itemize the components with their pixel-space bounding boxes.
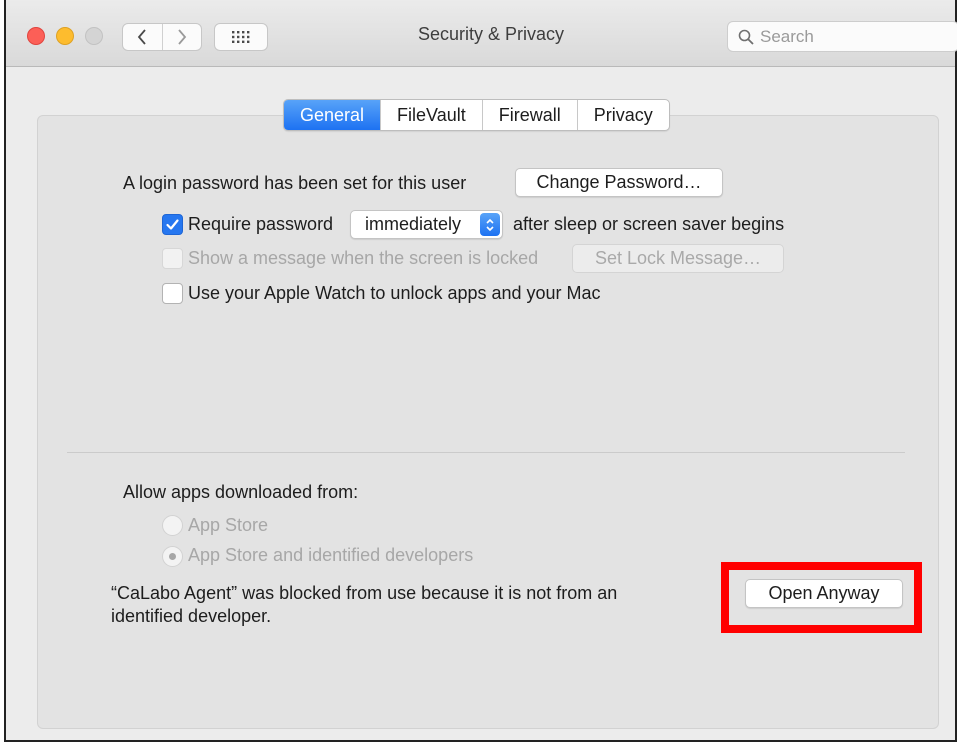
require-password-delay-select[interactable]: immediately	[350, 210, 503, 239]
change-password-button[interactable]: Change Password…	[515, 168, 723, 197]
lock-message-label: Show a message when the screen is locked	[188, 248, 539, 268]
highlight-box	[721, 562, 922, 633]
search-field[interactable]	[727, 21, 957, 52]
radio-selected-dot	[169, 553, 176, 560]
close-window-button[interactable]	[27, 27, 45, 45]
lock-message-checkbox[interactable]	[162, 248, 183, 269]
require-password-suffix: after sleep or screen saver begins	[513, 214, 785, 234]
set-lock-message-button[interactable]: Set Lock Message…	[572, 244, 784, 273]
select-value: immediately	[365, 214, 462, 234]
radio-app-store-label: App Store	[188, 515, 269, 535]
back-button[interactable]	[123, 24, 162, 50]
navigation-buttons	[122, 23, 202, 51]
tab-bar: General FileVault Firewall Privacy	[283, 99, 670, 131]
tab-firewall[interactable]: Firewall	[481, 100, 577, 130]
grid-icon	[232, 31, 250, 43]
tab-general[interactable]: General	[284, 100, 381, 130]
apple-watch-label: Use your Apple Watch to unlock apps and …	[188, 283, 601, 303]
require-password-checkbox[interactable]	[162, 214, 183, 235]
login-password-text: A login password has been set for this u…	[123, 173, 467, 193]
radio-app-store-identified-label: App Store and identified developers	[188, 545, 474, 565]
section-divider	[67, 452, 905, 453]
radio-app-store[interactable]	[162, 515, 183, 536]
tab-content-panel	[37, 115, 939, 729]
show-all-button[interactable]	[214, 23, 268, 51]
search-icon	[738, 29, 754, 45]
blocked-message-line1: “CaLabo Agent” was blocked from use beca…	[111, 583, 618, 603]
apple-watch-checkbox[interactable]	[162, 283, 183, 304]
minimize-window-button[interactable]	[56, 27, 74, 45]
chevron-right-icon	[178, 29, 186, 45]
title-bar: Security & Privacy	[6, 0, 957, 67]
tab-privacy[interactable]: Privacy	[576, 100, 669, 130]
radio-app-store-identified[interactable]	[162, 546, 183, 567]
chevron-left-icon	[138, 29, 146, 45]
zoom-window-button[interactable]	[85, 27, 103, 45]
blocked-message-line2: identified developer.	[111, 606, 272, 626]
up-down-chevron-icon	[480, 213, 500, 236]
search-input[interactable]	[760, 26, 950, 47]
forward-button[interactable]	[161, 24, 202, 50]
window-title: Security & Privacy	[417, 24, 565, 44]
allow-apps-heading: Allow apps downloaded from:	[123, 482, 359, 502]
checkmark-icon	[166, 219, 179, 230]
tab-filevault[interactable]: FileVault	[380, 100, 482, 130]
require-password-label: Require password	[188, 214, 334, 234]
